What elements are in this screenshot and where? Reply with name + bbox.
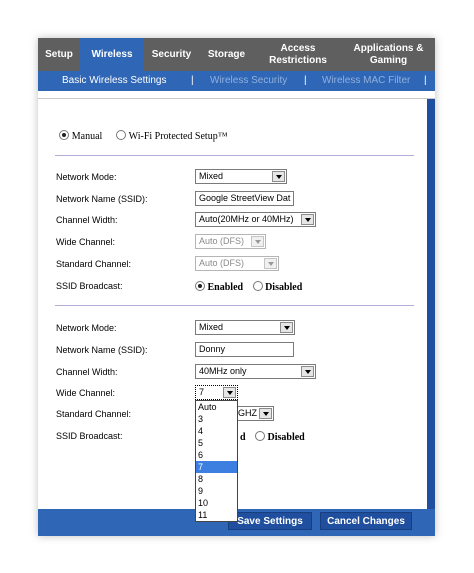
dropdown-option[interactable]: 6 [196,449,237,461]
cancel-changes-button[interactable]: Cancel Changes [320,512,412,530]
ssid-value: Google StreetView Dat [199,193,291,203]
tab-setup[interactable]: Setup [38,38,80,71]
chevron-down-icon [264,258,277,269]
network-mode-value: Mixed [199,322,224,332]
wps-radio[interactable] [115,130,126,140]
standard-channel-label: Standard Channel: [56,259,132,269]
wide-channel-select-disabled: Auto (DFS) [195,234,266,249]
chevron-down-icon [301,366,314,377]
ssid-broadcast-group: Enabled Disabled [195,281,309,293]
standard-channel-value: GHZ [238,408,257,418]
subnav-separator: | [424,75,427,86]
chevron-down-icon [280,322,293,333]
disabled-label: Disabled [265,282,303,293]
network-mode-label: Network Mode: [56,172,117,182]
ssid-label: Network Name (SSID): [56,345,148,355]
channel-width-label: Channel Width: [56,367,118,377]
subnav-separator: | [191,75,194,86]
save-settings-button[interactable]: Save Settings [228,512,312,530]
wide-channel-select[interactable]: 7 [195,385,238,400]
tab-access-restrictions-label: Access Restrictions [269,42,327,66]
subnav-wireless-mac-filter[interactable]: Wireless MAC Filter [322,75,410,86]
dropdown-option-highlighted[interactable]: 7 [196,461,237,473]
tab-wireless[interactable]: Wireless [80,38,144,71]
dropdown-option[interactable]: 4 [196,425,237,437]
ssid-broadcast-label: SSID Broadcast: [56,281,123,291]
tab-storage-label: Storage [207,48,246,60]
chevron-down-icon [223,387,236,398]
ssid-input[interactable]: Donny [195,342,294,357]
standard-channel-label: Standard Channel: [56,409,132,419]
tab-wireless-label: Wireless [91,48,133,60]
sub-navigation: Basic Wireless Settings | Wireless Secur… [38,71,435,91]
standard-channel-value: Auto (DFS) [199,258,245,268]
network-mode-select[interactable]: Mixed [195,320,295,335]
ssid-input[interactable]: Google StreetView Dat [195,191,294,206]
enabled-label: Enabled [207,282,244,293]
dropdown-option[interactable]: 10 [196,497,237,509]
standard-channel-select-disabled: Auto (DFS) [195,256,279,271]
ssid-broadcast-enabled-radio[interactable] [195,281,205,291]
tab-security[interactable]: Security [144,38,199,71]
channel-width-label: Channel Width: [56,215,118,225]
channel-width-value: Auto(20MHz or 40MHz) [199,214,294,224]
tab-storage[interactable]: Storage [199,38,254,71]
disabled-label: Disabled [267,432,305,443]
dropdown-option[interactable]: 11 [196,509,237,521]
subnav-separator: | [304,75,307,86]
subnav-basic-wireless-settings[interactable]: Basic Wireless Settings [62,75,166,86]
top-navigation: Setup Wireless Security Storage Access R… [38,38,435,71]
ssid-broadcast-disabled-radio[interactable] [252,281,263,291]
tab-access-restrictions[interactable]: Access Restrictions [254,38,342,71]
chevron-down-icon [259,408,272,419]
network-mode-value: Mixed [199,171,224,181]
dropdown-option[interactable]: Auto [196,401,237,413]
manual-radio[interactable] [59,130,69,140]
wide-channel-label: Wide Channel: [56,388,116,398]
tab-setup-label: Setup [45,48,73,60]
dropdown-option[interactable]: 3 [196,413,237,425]
tab-applications-gaming[interactable]: Applications & Gaming [342,38,435,71]
ssid-broadcast-disabled-radio[interactable] [255,431,265,441]
manual-label: Manual [71,131,103,142]
chevron-down-icon [301,214,314,225]
network-mode-label: Network Mode: [56,323,117,333]
subnav-wireless-security[interactable]: Wireless Security [210,75,287,86]
channel-width-select[interactable]: 40MHz only [195,364,316,379]
wide-channel-value: 7 [199,387,205,397]
network-mode-select[interactable]: Mixed [195,169,287,184]
channel-width-value: 40MHz only [199,366,247,376]
chevron-down-icon [251,236,264,247]
tab-security-label: Security [151,48,192,60]
dropdown-option[interactable]: 8 [196,473,237,485]
chevron-down-icon [272,171,285,182]
tab-applications-gaming-label: Applications & Gaming [353,42,424,66]
dropdown-option[interactable]: 9 [196,485,237,497]
ssid-value: Donny [199,344,226,354]
ssid-broadcast-label: SSID Broadcast: [56,431,123,441]
wps-label: Wi-Fi Protected Setup™ [128,131,228,142]
section-divider [55,305,414,306]
router-admin-window: Setup Wireless Security Storage Access R… [38,38,435,536]
channel-width-select[interactable]: Auto(20MHz or 40MHz) [195,212,316,227]
section-divider [55,155,414,156]
wide-channel-dropdown-list: Auto 3 4 5 6 7 8 9 10 11 [195,400,238,522]
ssid-label: Network Name (SSID): [56,194,148,204]
right-accent-bar [427,99,435,536]
config-mode-group: Manual Wi-Fi Protected Setup™ [59,130,228,142]
wide-channel-label: Wide Channel: [56,237,116,247]
dropdown-option[interactable]: 5 [196,437,237,449]
wide-channel-value: Auto (DFS) [199,236,245,246]
header-strip [38,91,435,99]
